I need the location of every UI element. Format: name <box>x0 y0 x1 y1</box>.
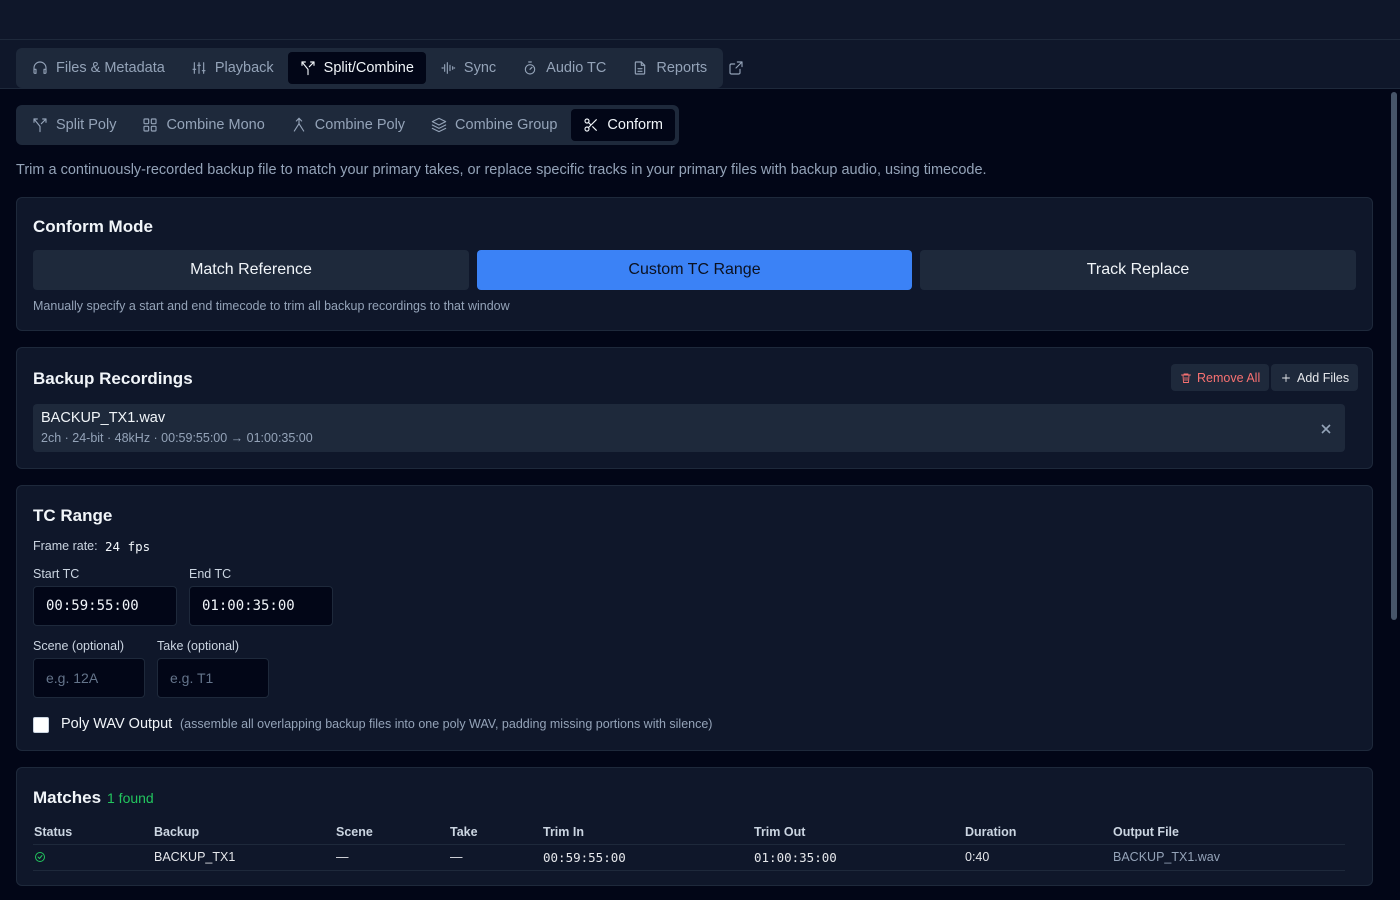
add-files-button[interactable]: Add Files <box>1271 364 1359 391</box>
backup-file-row: BACKUP_TX1.wav 2ch · 24-bit · 48kHz · 00… <box>33 404 1345 452</box>
poly-wav-note: (assemble all overlapping backup files i… <box>180 717 713 731</box>
remove-all-button[interactable]: Remove All <box>1171 364 1270 391</box>
scene-input[interactable] <box>33 658 145 698</box>
tab-playback[interactable]: Playback <box>179 52 286 84</box>
tab-label: Sync <box>463 60 497 76</box>
tab-label: Playback <box>214 60 274 76</box>
plus-icon <box>1282 373 1290 382</box>
card-title: Backup Recordings <box>33 369 193 388</box>
subtab-split-poly[interactable]: Split Poly <box>20 109 128 141</box>
table-header-row: Status Backup Scene Take Trim In Trim Ou… <box>33 820 1345 845</box>
trim-in-cell: 00:59:55:00 <box>542 844 753 871</box>
card-title: Matches <box>33 788 102 807</box>
start-tc-input[interactable] <box>33 586 177 626</box>
backup-recordings-card: Backup Recordings Remove All Add Files B… <box>16 347 1373 469</box>
tab-sync[interactable]: Sync <box>428 52 508 84</box>
split-icon <box>33 118 47 133</box>
backup-file-meta: 2ch · 24-bit · 48kHz · 00:59:55:00 → 01:… <box>41 431 313 445</box>
check-circle-icon <box>34 851 152 863</box>
subtab-label: Conform <box>607 117 664 133</box>
headphones-icon <box>33 61 47 74</box>
matches-card: Matches 1 found Status Backup Scene Take… <box>16 767 1373 886</box>
subtab-label: Combine Poly <box>314 117 406 133</box>
status-cell <box>33 844 153 871</box>
take-label: Take (optional) <box>157 639 239 653</box>
external-link-icon[interactable] <box>728 60 744 76</box>
column-header: Scene <box>335 820 449 845</box>
document-icon <box>635 61 646 75</box>
mode-track-replace-button[interactable]: Track Replace <box>920 250 1356 290</box>
main-content: Split Poly Combine Mono Combine Poly Com… <box>0 89 1388 900</box>
column-header: Trim Out <box>753 820 964 845</box>
scrollbar[interactable] <box>1388 89 1400 900</box>
waveform-icon <box>441 62 456 74</box>
take-input[interactable] <box>157 658 269 698</box>
trash-icon <box>1181 373 1191 383</box>
scene-label: Scene (optional) <box>33 639 125 653</box>
scrollbar-thumb[interactable] <box>1391 92 1397 620</box>
backup-file-name: BACKUP_TX1.wav <box>41 410 166 426</box>
frame-rate-value: 24 fps <box>105 539 151 554</box>
scene-cell: — <box>335 844 449 871</box>
remove-file-icon[interactable] <box>1321 421 1331 434</box>
tab-audio-tc[interactable]: Audio TC <box>510 52 618 84</box>
subtab-label: Combine Mono <box>166 117 265 133</box>
matches-table: Status Backup Scene Take Trim In Trim Ou… <box>33 820 1345 871</box>
start-tc-label: Start TC <box>33 567 80 581</box>
grid-icon <box>143 118 158 132</box>
merge-icon <box>293 117 305 132</box>
subtab-label: Combine Group <box>455 117 558 133</box>
tab-label: Reports <box>656 60 708 76</box>
output-file-cell: BACKUP_TX1.wav <box>1112 844 1345 871</box>
top-nav: Files & Metadata Playback Split/Combine … <box>0 40 1400 89</box>
column-header: Take <box>449 820 542 845</box>
table-row: BACKUP_TX1 — — 00:59:55:00 01:00:35:00 0… <box>33 844 1345 871</box>
frame-rate-label: Frame rate: <box>33 539 98 553</box>
end-tc-input[interactable] <box>189 586 333 626</box>
mode-hint: Manually specify a start and end timecod… <box>33 299 510 313</box>
sliders-icon <box>192 62 206 74</box>
matches-count: 1 found <box>107 790 154 806</box>
card-title: TC Range <box>33 506 113 525</box>
subtab-combine-mono[interactable]: Combine Mono <box>130 109 276 141</box>
page-description: Trim a continuously-recorded backup file… <box>16 162 987 178</box>
tab-label: Split/Combine <box>323 60 414 76</box>
main-tab-group: Files & Metadata Playback Split/Combine … <box>16 48 724 88</box>
mode-custom-tc-range-button[interactable]: Custom TC Range <box>477 250 912 290</box>
tab-label: Files & Metadata <box>56 60 165 76</box>
scissors-icon <box>584 118 598 132</box>
tab-split-combine[interactable]: Split/Combine <box>287 52 426 84</box>
column-header: Trim In <box>542 820 753 845</box>
tab-label: Audio TC <box>546 60 607 76</box>
split-icon <box>301 61 315 76</box>
title-bar <box>0 0 1400 40</box>
tc-range-card: TC Range Frame rate: 24 fps Start TC End… <box>16 485 1373 751</box>
timer-icon <box>524 61 536 75</box>
add-files-label: Add Files <box>1297 370 1350 385</box>
tab-files-metadata[interactable]: Files & Metadata <box>20 52 177 84</box>
poly-wav-checkbox[interactable] <box>33 717 49 733</box>
backup-cell: BACKUP_TX1 <box>153 844 335 871</box>
layers-icon <box>431 117 447 133</box>
subtab-combine-group[interactable]: Combine Group <box>419 109 569 141</box>
remove-all-label: Remove All <box>1197 370 1261 385</box>
card-title: Conform Mode <box>33 217 153 236</box>
column-header: Output File <box>1112 820 1345 845</box>
sub-tab-group: Split Poly Combine Mono Combine Poly Com… <box>16 105 680 145</box>
column-header: Backup <box>153 820 335 845</box>
take-cell: — <box>449 844 542 871</box>
conform-mode-card: Conform Mode Match Reference Custom TC R… <box>16 197 1373 331</box>
mode-match-reference-button[interactable]: Match Reference <box>33 250 469 290</box>
poly-wav-label[interactable]: Poly WAV Output <box>61 716 172 732</box>
column-header: Duration <box>964 820 1112 845</box>
trim-out-cell: 01:00:35:00 <box>753 844 964 871</box>
end-tc-label: End TC <box>189 567 232 581</box>
subtab-conform[interactable]: Conform <box>571 109 676 141</box>
duration-cell: 0:40 <box>964 844 1112 871</box>
column-header: Status <box>33 820 153 845</box>
subtab-combine-poly[interactable]: Combine Poly <box>279 109 417 141</box>
tab-reports[interactable]: Reports <box>620 52 719 84</box>
subtab-label: Split Poly <box>56 117 117 133</box>
